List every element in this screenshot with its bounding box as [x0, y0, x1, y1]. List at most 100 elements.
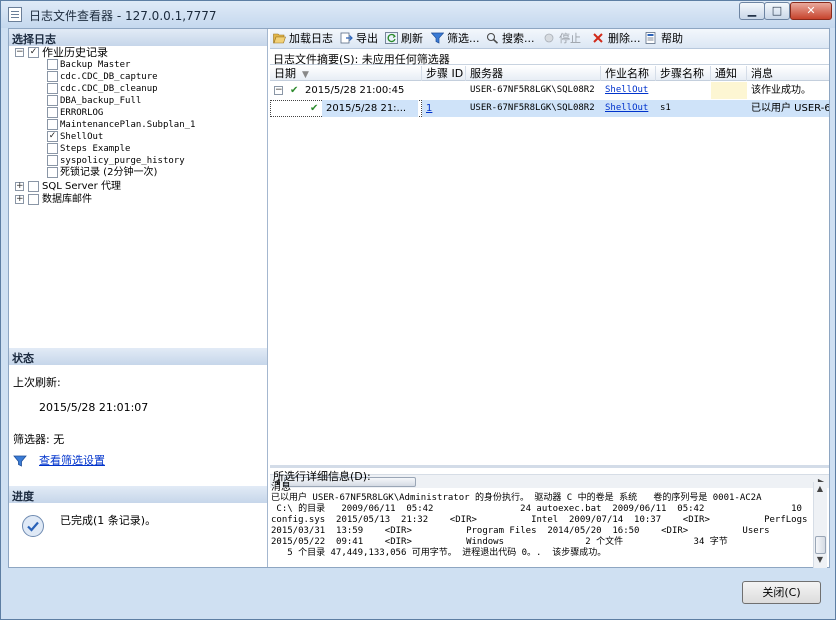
- collapse-icon[interactable]: −: [15, 48, 24, 57]
- load-log-button[interactable]: 加载日志: [273, 31, 333, 47]
- row-job-link[interactable]: ShellOut: [601, 82, 656, 99]
- row-message: 该作业成功。: [751, 85, 811, 96]
- column-header-date[interactable]: 日期 ▼: [270, 66, 422, 81]
- stop-icon: [544, 33, 554, 43]
- load-log-label: 加载日志: [289, 32, 333, 45]
- tree-node-db-mail[interactable]: + 数据库邮件: [15, 194, 265, 206]
- close-button[interactable]: 关闭(C): [742, 581, 821, 604]
- progress-text: 已完成(1 条记录)。: [60, 514, 157, 527]
- job-checkbox[interactable]: [47, 167, 58, 178]
- app-icon: [8, 7, 22, 22]
- delete-label: 删除...: [608, 32, 641, 45]
- search-icon: [486, 32, 499, 44]
- tree-label-job: Backup Master: [60, 60, 131, 70]
- column-header-job-name[interactable]: 作业名称: [601, 66, 656, 81]
- refresh-label: 刷新: [401, 32, 423, 45]
- minimize-icon: ▁: [747, 4, 757, 17]
- success-icon: ✔: [310, 103, 319, 114]
- tree-node-job[interactable]: cdc.CDC_DB_cleanup: [47, 83, 262, 95]
- help-button[interactable]: 帮助: [645, 31, 683, 47]
- tree-label-job: cdc.CDC_DB_cleanup: [60, 84, 158, 94]
- checkbox-sql-agent[interactable]: [28, 181, 39, 192]
- log-tree: − ✓ 作业历史记录 Backup Master cdc.CDC_DB_capt…: [9, 46, 267, 346]
- column-header-message[interactable]: 消息: [747, 66, 829, 81]
- minimize-button[interactable]: ▁: [739, 2, 765, 20]
- row-step-id-link[interactable]: 1: [422, 100, 466, 117]
- row-step-id: [422, 82, 466, 99]
- job-checkbox[interactable]: [47, 59, 58, 70]
- last-refresh-value: 2015/5/28 21:01:07: [39, 401, 149, 414]
- stop-label: 停止: [559, 32, 581, 45]
- column-header-notify[interactable]: 通知: [711, 66, 747, 81]
- column-header-step-name[interactable]: 步骤名称: [656, 66, 711, 81]
- tree-label-job: ERRORLOG: [60, 108, 104, 118]
- tree-node-job[interactable]: MaintenancePlan.Subplan_1: [47, 119, 262, 131]
- maximize-button[interactable]: □: [764, 2, 790, 20]
- filter-status: 筛选器: 无: [13, 433, 65, 446]
- checkbox-job-history[interactable]: ✓: [28, 47, 39, 58]
- tree-node-job-shellout[interactable]: ✓ ShellOut: [47, 131, 262, 143]
- export-button[interactable]: 导出: [340, 31, 378, 47]
- vertical-scrollbar[interactable]: ▲ ▼: [813, 482, 827, 568]
- tree-node-job[interactable]: DBA_backup_Full: [47, 95, 262, 107]
- job-checkbox[interactable]: [47, 83, 58, 94]
- row-server: USER-67NF5R8LGK\SQL08R2: [470, 85, 595, 95]
- title-bar[interactable]: 日志文件查看器 - 127.0.0.1,7777 ▁ □ ✕: [1, 1, 835, 28]
- expand-icon[interactable]: +: [15, 182, 24, 191]
- window-title: 日志文件查看器 - 127.0.0.1,7777: [29, 9, 217, 23]
- row-notify: [711, 100, 747, 117]
- close-window-button[interactable]: ✕: [790, 2, 832, 20]
- expand-icon[interactable]: +: [15, 195, 24, 204]
- job-checkbox[interactable]: [47, 119, 58, 130]
- stop-button[interactable]: 停止: [543, 31, 581, 47]
- scroll-down-icon[interactable]: ▼: [814, 554, 826, 566]
- job-checkbox[interactable]: [47, 71, 58, 82]
- details-line: 5 个目录 47,449,133,056 可用字节。 进程退出代码 0。. 该步…: [271, 548, 607, 558]
- column-header-label: 日期: [274, 67, 296, 80]
- refresh-button[interactable]: 刷新: [385, 31, 423, 47]
- details-line: 2015/03/31 13:59 <DIR> Program Files 201…: [271, 526, 770, 536]
- job-checkbox-checked[interactable]: ✓: [47, 131, 58, 142]
- tree-label-job: syspolicy_purge_history: [60, 156, 185, 166]
- filter-button[interactable]: 筛选...: [431, 31, 480, 47]
- column-header-server[interactable]: 服务器: [466, 66, 601, 81]
- details-line: 消息: [271, 482, 291, 493]
- table-row-step-selected[interactable]: ✔ 2015/5/28 21:... 1 USER-67NF5R8LGK\SQL…: [270, 100, 829, 117]
- collapse-icon[interactable]: −: [274, 86, 283, 95]
- search-label: 搜索...: [502, 32, 535, 45]
- job-checkbox[interactable]: [47, 107, 58, 118]
- column-header-step-id[interactable]: 步骤 ID: [422, 66, 466, 81]
- scroll-thumb[interactable]: [815, 536, 826, 554]
- job-checkbox[interactable]: [47, 143, 58, 154]
- row-job-link[interactable]: ShellOut: [601, 100, 656, 117]
- tree-node-job[interactable]: ERRORLOG: [47, 107, 262, 119]
- tree-node-sql-agent[interactable]: + SQL Server 代理: [15, 181, 265, 193]
- job-checkbox[interactable]: [47, 95, 58, 106]
- tree-label-job: cdc.CDC_DB_capture: [60, 72, 158, 82]
- scroll-up-icon[interactable]: ▲: [814, 483, 826, 495]
- tree-node-job-history[interactable]: − ✓ 作业历史记录: [15, 47, 265, 59]
- left-pane: 选择日志 − ✓ 作业历史记录 Backup Master cdc.CDC_DB…: [9, 29, 268, 567]
- details-text[interactable]: 消息 已以用户 USER-67NF5R8LGK\Administrator 的身…: [271, 482, 812, 568]
- job-checkbox[interactable]: [47, 155, 58, 166]
- delete-button[interactable]: 删除...: [592, 31, 641, 47]
- toolbar: 加载日志 导出 刷新 筛选... 搜索... 停止 删除... 帮助: [270, 29, 829, 49]
- details-panel: 所选行详细信息(D): 消息 已以用户 USER-67NF5R8LGK\Admi…: [270, 465, 829, 568]
- tree-node-job[interactable]: Backup Master: [47, 59, 262, 71]
- row-message: 已以用户 USER-6: [751, 103, 829, 114]
- log-grid: 日期 ▼ 步骤 ID 服务器 作业名称 步骤名称 通知 消息 − ✔ 2015/5…: [270, 66, 829, 488]
- tree-node-job[interactable]: 死锁记录 (2分钟一次): [47, 167, 262, 179]
- filter-icon: [13, 455, 27, 467]
- export-icon: [340, 32, 353, 44]
- search-button[interactable]: 搜索...: [486, 31, 535, 47]
- tree-node-job[interactable]: cdc.CDC_DB_capture: [47, 71, 262, 83]
- sort-icon: ▼: [302, 70, 309, 80]
- view-filter-settings-link[interactable]: 查看筛选设置: [39, 452, 105, 468]
- success-icon: ✔: [290, 85, 299, 96]
- checkbox-db-mail[interactable]: [28, 194, 39, 205]
- tree-node-job[interactable]: syspolicy_purge_history: [47, 155, 262, 167]
- tree-node-job[interactable]: Steps Example: [47, 143, 262, 155]
- table-row-job[interactable]: − ✔ 2015/5/28 21:00:45 USER-67NF5R8LGK\S…: [270, 82, 829, 99]
- tree-label-job: ShellOut: [60, 132, 104, 142]
- help-icon: [645, 32, 656, 44]
